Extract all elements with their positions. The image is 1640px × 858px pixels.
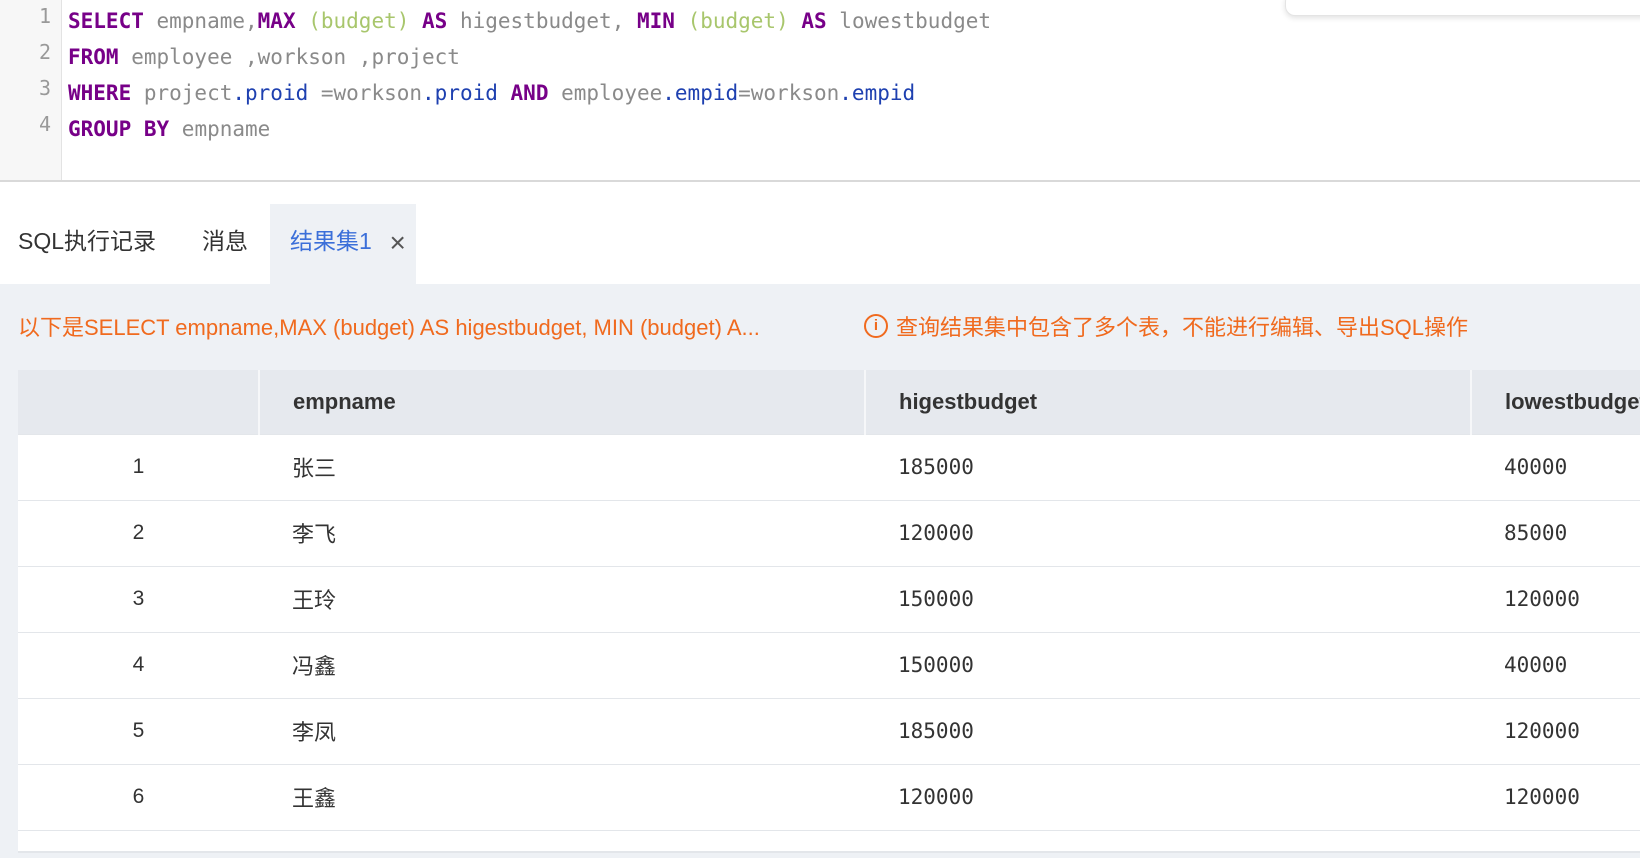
row-index-empty: [18, 829, 259, 853]
line-number: 2: [38, 40, 51, 64]
line-number: 1: [38, 4, 51, 28]
cell-empname[interactable]: 王鑫: [259, 763, 865, 830]
cell-lowestbudget[interactable]: 40000: [1471, 433, 1640, 500]
code-token: project: [131, 81, 233, 105]
cell-empty: [865, 829, 1471, 853]
cell-higestbudget[interactable]: 120000: [865, 499, 1471, 566]
cell-lowestbudget[interactable]: 85000: [1471, 499, 1640, 566]
code-token: FROM: [68, 45, 119, 69]
code-token: AS: [788, 9, 827, 33]
column-header-index[interactable]: [18, 370, 260, 434]
code-token: MIN: [624, 9, 675, 33]
row-index: 1: [18, 433, 259, 500]
column-header-higestbudget[interactable]: higestbudget: [865, 370, 1472, 434]
row-index: 4: [18, 631, 259, 698]
row-index: 3: [18, 565, 259, 632]
code-token: .proid: [232, 81, 309, 105]
code-token: empname: [169, 117, 271, 141]
code-token: GROUP BY: [68, 117, 170, 141]
code-token: =workson: [308, 81, 423, 105]
tab-sql-history[interactable]: SQL执行记录: [18, 204, 156, 284]
warning-text: 查询结果集中包含了多个表，不能进行编辑、导出SQL操作: [896, 315, 1469, 340]
cell-empname[interactable]: 张三: [259, 433, 865, 500]
tab-result-set-1[interactable]: 结果集1 ×: [270, 204, 416, 284]
code-token: higestbudget,: [447, 9, 625, 33]
tab-messages[interactable]: 消息: [202, 204, 248, 284]
multi-table-warning: i 查询结果集中包含了多个表，不能进行编辑、导出SQL操作: [864, 310, 1468, 342]
table-header-row: empname higestbudget lowestbudget: [18, 370, 1640, 434]
code-token: (budget): [295, 9, 410, 33]
cell-higestbudget[interactable]: 185000: [865, 433, 1471, 500]
tab-result-set-label: 结果集1: [290, 228, 372, 254]
info-icon: i: [864, 314, 888, 338]
code-token: .empid: [662, 81, 739, 105]
code-line[interactable]: WHERE project.proid =workson.proid AND e…: [68, 77, 915, 109]
code-token: .empid: [839, 81, 916, 105]
code-token: lowestbudget: [826, 9, 992, 33]
autocomplete-popup: [1285, 0, 1640, 16]
cell-lowestbudget[interactable]: 120000: [1471, 565, 1640, 632]
result-table: empname higestbudget lowestbudget 1 张三 1…: [18, 370, 1640, 853]
table-row[interactable]: 4 冯鑫 150000 40000: [18, 631, 1640, 698]
code-token: employee ,workson ,project: [118, 45, 460, 69]
cell-lowestbudget[interactable]: 40000: [1471, 631, 1640, 698]
cell-empname[interactable]: 王玲: [259, 565, 865, 632]
cell-empname[interactable]: 冯鑫: [259, 631, 865, 698]
row-index: 6: [18, 763, 259, 830]
code-token: SELECT: [68, 9, 144, 33]
close-icon[interactable]: ×: [389, 206, 405, 280]
code-token: .proid: [422, 81, 498, 105]
cell-empname[interactable]: 李凤: [259, 697, 865, 764]
code-token: AS: [409, 9, 448, 33]
table-row-partial: [18, 829, 1640, 853]
cell-lowestbudget[interactable]: 120000: [1471, 763, 1640, 830]
code-token: =workson: [738, 81, 840, 105]
code-line[interactable]: GROUP BY empname: [68, 113, 270, 145]
code-token: MAX: [257, 9, 296, 33]
line-number-gutter: 1 2 3 4: [0, 0, 62, 180]
result-tabbar: SQL执行记录 消息 结果集1 ×: [0, 204, 1640, 284]
code-token: empname,: [143, 9, 258, 33]
code-token: WHERE: [68, 81, 132, 105]
table-row[interactable]: 2 李飞 120000 85000: [18, 499, 1640, 566]
result-panel: 以下是SELECT empname,MAX (budget) AS higest…: [0, 284, 1640, 858]
code-line[interactable]: FROM employee ,workson ,project: [68, 41, 460, 73]
table-row[interactable]: 1 张三 185000 40000: [18, 433, 1640, 500]
line-number: 4: [38, 112, 51, 136]
code-token: AND: [497, 81, 549, 105]
cell-higestbudget[interactable]: 185000: [865, 697, 1471, 764]
sql-editor[interactable]: 1 2 3 4 SELECT empname,MAX (budget) AS h…: [0, 0, 1640, 182]
table-row[interactable]: 6 王鑫 120000 120000: [18, 763, 1640, 830]
line-number: 3: [38, 76, 51, 100]
cell-empty: [259, 829, 865, 853]
cell-higestbudget[interactable]: 150000: [865, 565, 1471, 632]
code-token: employee: [548, 81, 663, 105]
cell-higestbudget[interactable]: 120000: [865, 763, 1471, 830]
cell-empty: [1471, 829, 1640, 853]
cell-empname[interactable]: 李飞: [259, 499, 865, 566]
column-header-lowestbudget[interactable]: lowestbudget: [1471, 370, 1640, 434]
column-header-empname[interactable]: empname: [259, 370, 866, 434]
cell-higestbudget[interactable]: 150000: [865, 631, 1471, 698]
query-notice: 以下是SELECT empname,MAX (budget) AS higest…: [18, 315, 760, 340]
code-line[interactable]: SELECT empname,MAX (budget) AS higestbud…: [68, 5, 991, 37]
table-row[interactable]: 3 王玲 150000 120000: [18, 565, 1640, 632]
row-index: 5: [18, 697, 259, 764]
code-token: (budget): [674, 9, 789, 33]
cell-lowestbudget[interactable]: 120000: [1471, 697, 1640, 764]
table-row[interactable]: 5 李凤 185000 120000: [18, 697, 1640, 764]
row-index: 2: [18, 499, 259, 566]
